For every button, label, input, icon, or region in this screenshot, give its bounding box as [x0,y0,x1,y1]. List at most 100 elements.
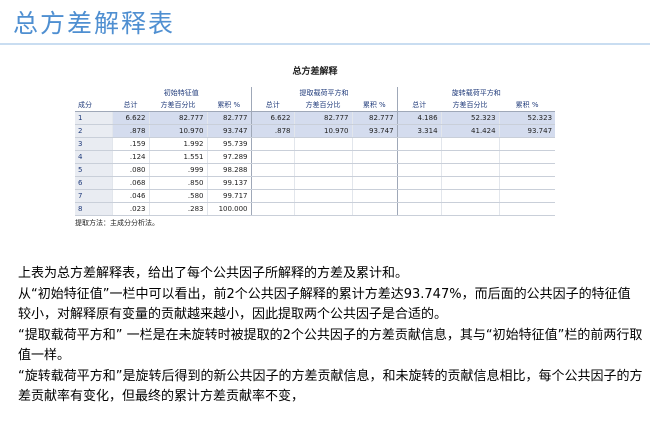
table-cell [498,150,556,164]
table-cell: 1.551 [148,150,207,164]
table-cell [498,202,556,216]
row-label: 2 [75,124,112,138]
table-cell [293,137,353,151]
column-header: 累积 % [207,99,252,112]
table-body: 1 6.622 82.777 82.777 6.622 82.777 82.777 4.186… [75,111,556,216]
table-cell: 82.777 [148,111,207,125]
table-row: 4.124 1.551 97.289 [75,150,556,164]
table-cell: 82.777 [351,111,398,125]
table-row: 1 6.622 82.777 82.777 6.622 82.777 82.777 4.186… [75,111,556,125]
table-cell: 6.622 [111,111,149,125]
table-cell [351,150,398,164]
group-header-rotation: 旋转载荷平方和 [396,87,556,99]
row-label: 5 [75,163,112,177]
paragraph: “旋转载荷平方和”是旋转后得到的新公共因子的方差贡献信息，和未旋转的贡献信息相比… [18,368,643,405]
slide: 总方差解释表 总方差解释 初始特征值 提取载荷平方和 旋转载荷平方和 成分 总计… [0,0,650,431]
table-cell: 99.717 [206,189,252,203]
table-cell [396,150,442,164]
table-cell [498,163,556,177]
table-cell [396,163,442,177]
column-header: 方差百分比 [441,99,500,112]
table-cell: 98.288 [206,163,252,177]
table-cell [250,137,295,151]
table-row: 8.023.283 100.000 [75,202,556,216]
table-cell [440,137,500,151]
table-cell: 93.747 [351,124,398,138]
table-cell [293,163,353,177]
table-caption: 总方差解释 [292,67,338,77]
table-cell [440,163,500,177]
paragraph: 从“初始特征值”一栏中可以看出，前2个公共因子解释的累计方差达93.747%，而… [18,286,631,323]
header-divider [0,43,650,45]
slide-title: 总方差解释表 [13,9,176,38]
table-cell [396,176,442,190]
table-footnote: 提取方法：主成分分析法。 [75,219,159,227]
table-cell: 97.289 [206,150,252,164]
row-label: 8 [75,202,112,216]
table-cell: 82.777 [206,111,252,125]
table-cell: 93.747 [498,124,556,138]
table-cell: 10.970 [293,124,353,138]
table-cell: .878 [250,124,295,138]
table-cell: .850 [148,176,207,190]
column-header: 累积 % [352,99,398,112]
table-cell [498,189,556,203]
table-cell: .999 [148,163,207,177]
table-cell [293,150,353,164]
table-cell: .023 [111,202,149,216]
row-label: 3 [75,137,112,151]
table-cell: 100.000 [206,202,252,216]
table-cell: 52.323 [440,111,500,125]
table-cell: .580 [148,189,207,203]
table-cell [440,189,500,203]
paragraph: “提取载荷平方和” 一栏是在未旋转时被提取的2个公共因子的方差贡献信息，其与“初… [18,327,643,364]
column-header: 方差百分比 [149,99,207,112]
table-cell [250,189,295,203]
table-cell [293,202,353,216]
table-row: 7.046.580 99.717 [75,189,556,203]
table-cell [250,202,295,216]
table-cell: 95.739 [206,137,252,151]
table-cell: .080 [111,163,149,177]
table-cell: 4.186 [396,111,442,125]
variance-table: 初始特征值 提取载荷平方和 旋转载荷平方和 成分 总计 方差百分比 累积 % 总… [75,87,556,216]
table-cell: 41.424 [440,124,500,138]
table-cell [250,176,295,190]
table-cell: 6.622 [250,111,295,125]
paragraph: 上表为总方差解释表，给出了每个公共因子所解释的方差及累计和。 [18,266,409,281]
column-header: 总计 [396,99,442,112]
table-cell [351,163,398,177]
table-cell: 99.137 [206,176,252,190]
table-row: 3.159 1.992 95.739 [75,137,556,151]
table-cell [396,202,442,216]
table-cell: 82.777 [293,111,353,125]
table-cell: .068 [111,176,149,190]
column-header: 累积 % [499,99,556,112]
table-cell: 52.323 [498,111,556,125]
row-label: 4 [75,150,112,164]
table-cell: .046 [111,189,149,203]
table-cell: 93.747 [206,124,252,138]
table-cell [440,202,500,216]
table-cell [293,189,353,203]
slide-header: 总方差解释表 [0,0,650,45]
row-label: 1 [75,111,112,125]
table-cell [498,176,556,190]
variance-table-panel: 总方差解释 初始特征值 提取载荷平方和 旋转载荷平方和 成分 总计 方差百分比 [75,64,556,228]
table-cell [293,176,353,190]
group-header-initial: 初始特征值 [163,89,199,97]
explanation-text: 上表为总方差解释表，给出了每个公共因子所解释的方差及累计和。 从“初始特征值”一… [18,264,643,408]
table-cell: 3.314 [396,124,442,138]
table-cell: 10.970 [148,124,207,138]
table-cell: .878 [111,124,149,138]
table-cell [498,137,556,151]
table-row: 6.068.850 99.137 [75,176,556,190]
corner-cell [75,87,112,99]
table-cell: .283 [148,202,207,216]
table-cell [440,150,500,164]
table-cell [250,163,295,177]
table-cell: 1.992 [148,137,207,151]
row-label: 7 [75,189,112,203]
column-header: 总计 [250,99,295,112]
table-cell: .124 [111,150,149,164]
